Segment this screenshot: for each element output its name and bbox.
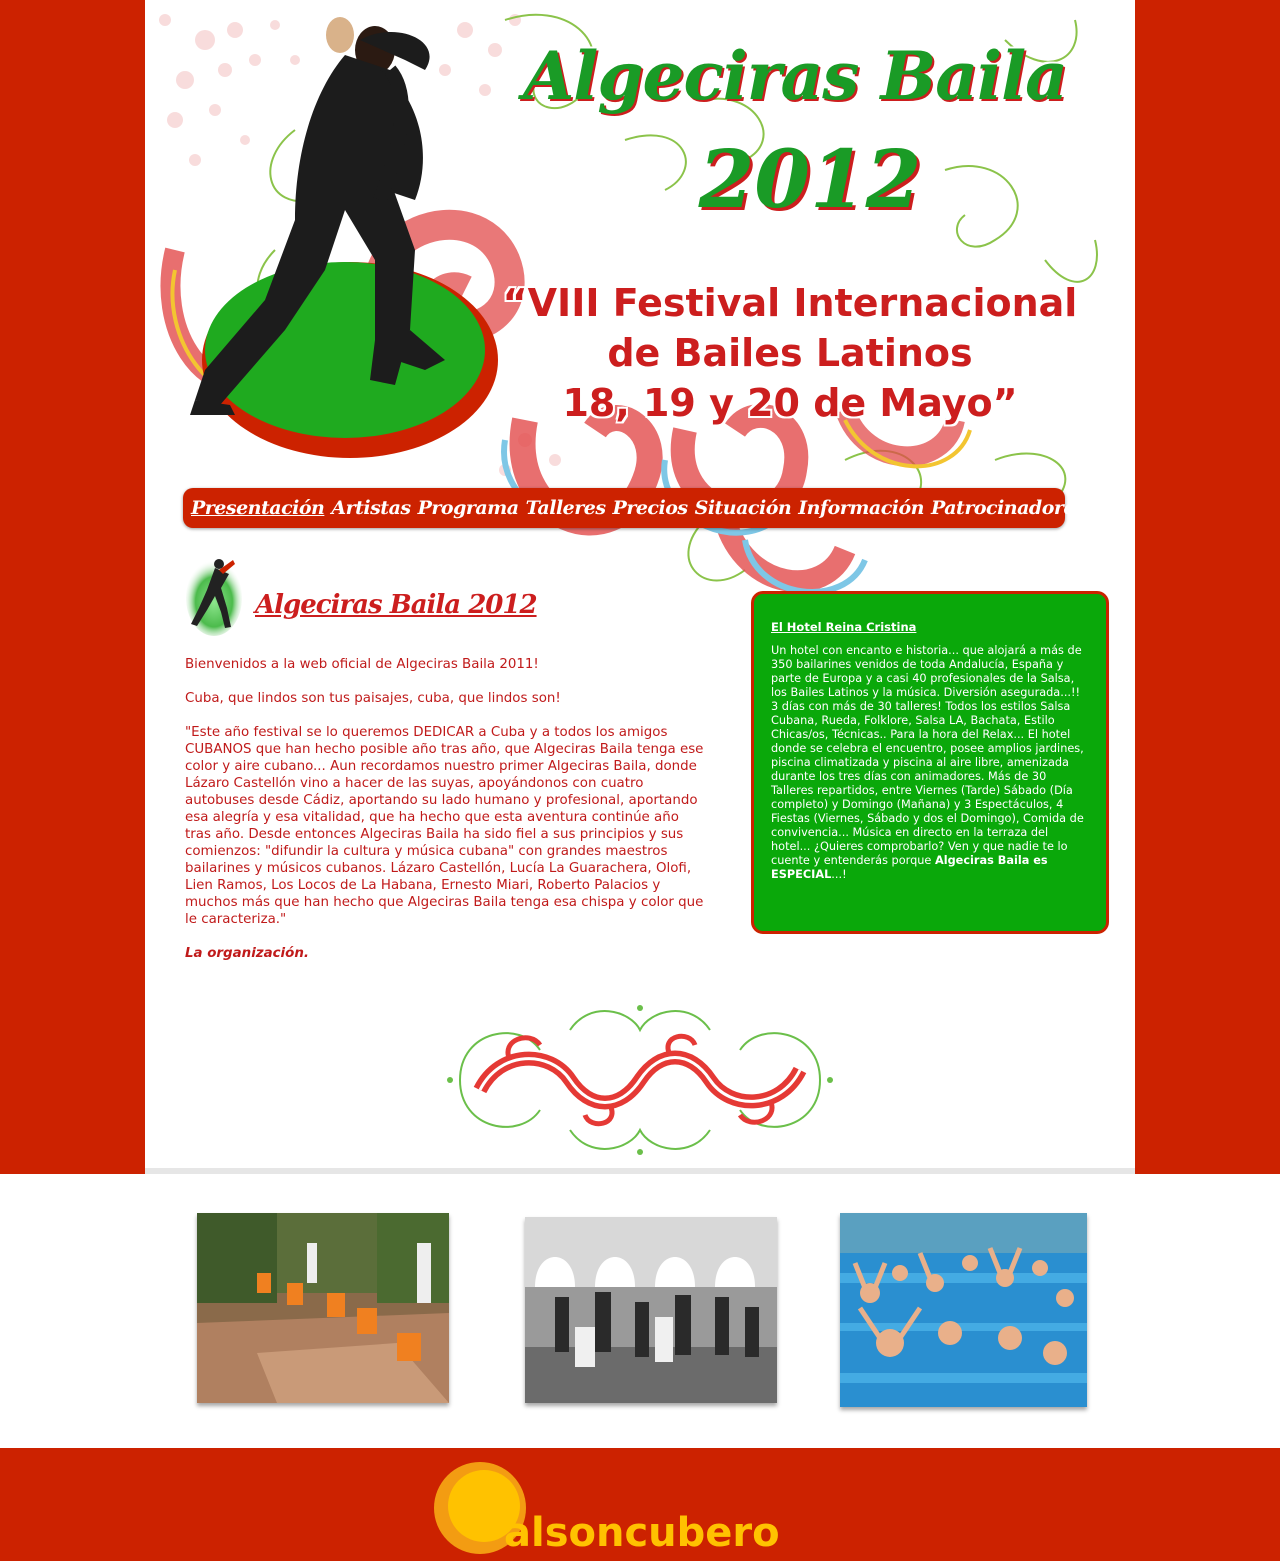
festival-subtitle: “VIII Festival Internacional de Bailes L… [480, 278, 1100, 428]
festival-line-1: “VIII Festival Internacional [502, 281, 1078, 325]
photo-strip [0, 1174, 1280, 1448]
main-title: Algeciras Baila [523, 37, 1068, 115]
nav-item-patrocinadores[interactable]: Patrocinadores [931, 497, 1086, 519]
nav-item-presentacion[interactable]: Presentación [191, 497, 325, 519]
hotel-title[interactable]: El Hotel Reina Cristina [771, 620, 1090, 634]
content-header: Algeciras Baila 2012 [185, 550, 685, 640]
photo-dance-class[interactable] [525, 1217, 777, 1403]
nav-item-situacion[interactable]: Situación [695, 497, 792, 519]
festival-line-2: de Bailes Latinos [607, 331, 973, 375]
festival-line-3: 18, 19 y 20 de Mayo” [562, 381, 1018, 425]
photo-workshop-outdoor[interactable] [197, 1213, 449, 1403]
alsoncubero-logo[interactable]: alsoncubero [432, 1458, 852, 1558]
logo-text: alsoncubero [504, 1510, 780, 1556]
content-title[interactable]: Algeciras Baila 2012 [255, 590, 538, 620]
cuba-paragraph: Cuba, que lindos son tus paisajes, cuba,… [185, 691, 561, 706]
dedication-paragraph: "Este año festival se lo queremos DEDICA… [185, 725, 704, 927]
nav-item-alsoncubero[interactable]: Alsoncubero [1092, 497, 1135, 519]
welcome-paragraph: Bienvenidos a la web oficial de Algecira… [185, 657, 539, 672]
dancer-icon [186, 559, 242, 636]
main-content: Bienvenidos a la web oficial de Algecira… [185, 656, 705, 979]
main-navigation: Presentación Artistas Programa Talleres … [183, 488, 1135, 528]
page-container: Algeciras Baila 2012 “VIII Festival Inte… [145, 0, 1135, 1168]
photo-pool-party[interactable] [840, 1213, 1087, 1407]
hotel-info-box: El Hotel Reina Cristina Un hotel con enc… [751, 591, 1109, 934]
hotel-text-main: Un hotel con encanto e historia... que a… [771, 644, 1084, 867]
main-title-year: 2012 [698, 132, 922, 226]
nav-item-programa[interactable]: Programa [418, 497, 520, 519]
decorative-ornament [447, 1005, 833, 1155]
hotel-text-end: ...! [831, 868, 847, 881]
hotel-description: Un hotel con encanto e historia... que a… [771, 644, 1090, 882]
nav-item-talleres[interactable]: Talleres [526, 497, 606, 519]
nav-item-artistas[interactable]: Artistas [331, 497, 411, 519]
nav-item-precios[interactable]: Precios [613, 497, 689, 519]
nav-item-informacion[interactable]: Información [798, 497, 924, 519]
signature: La organización. [185, 946, 309, 961]
